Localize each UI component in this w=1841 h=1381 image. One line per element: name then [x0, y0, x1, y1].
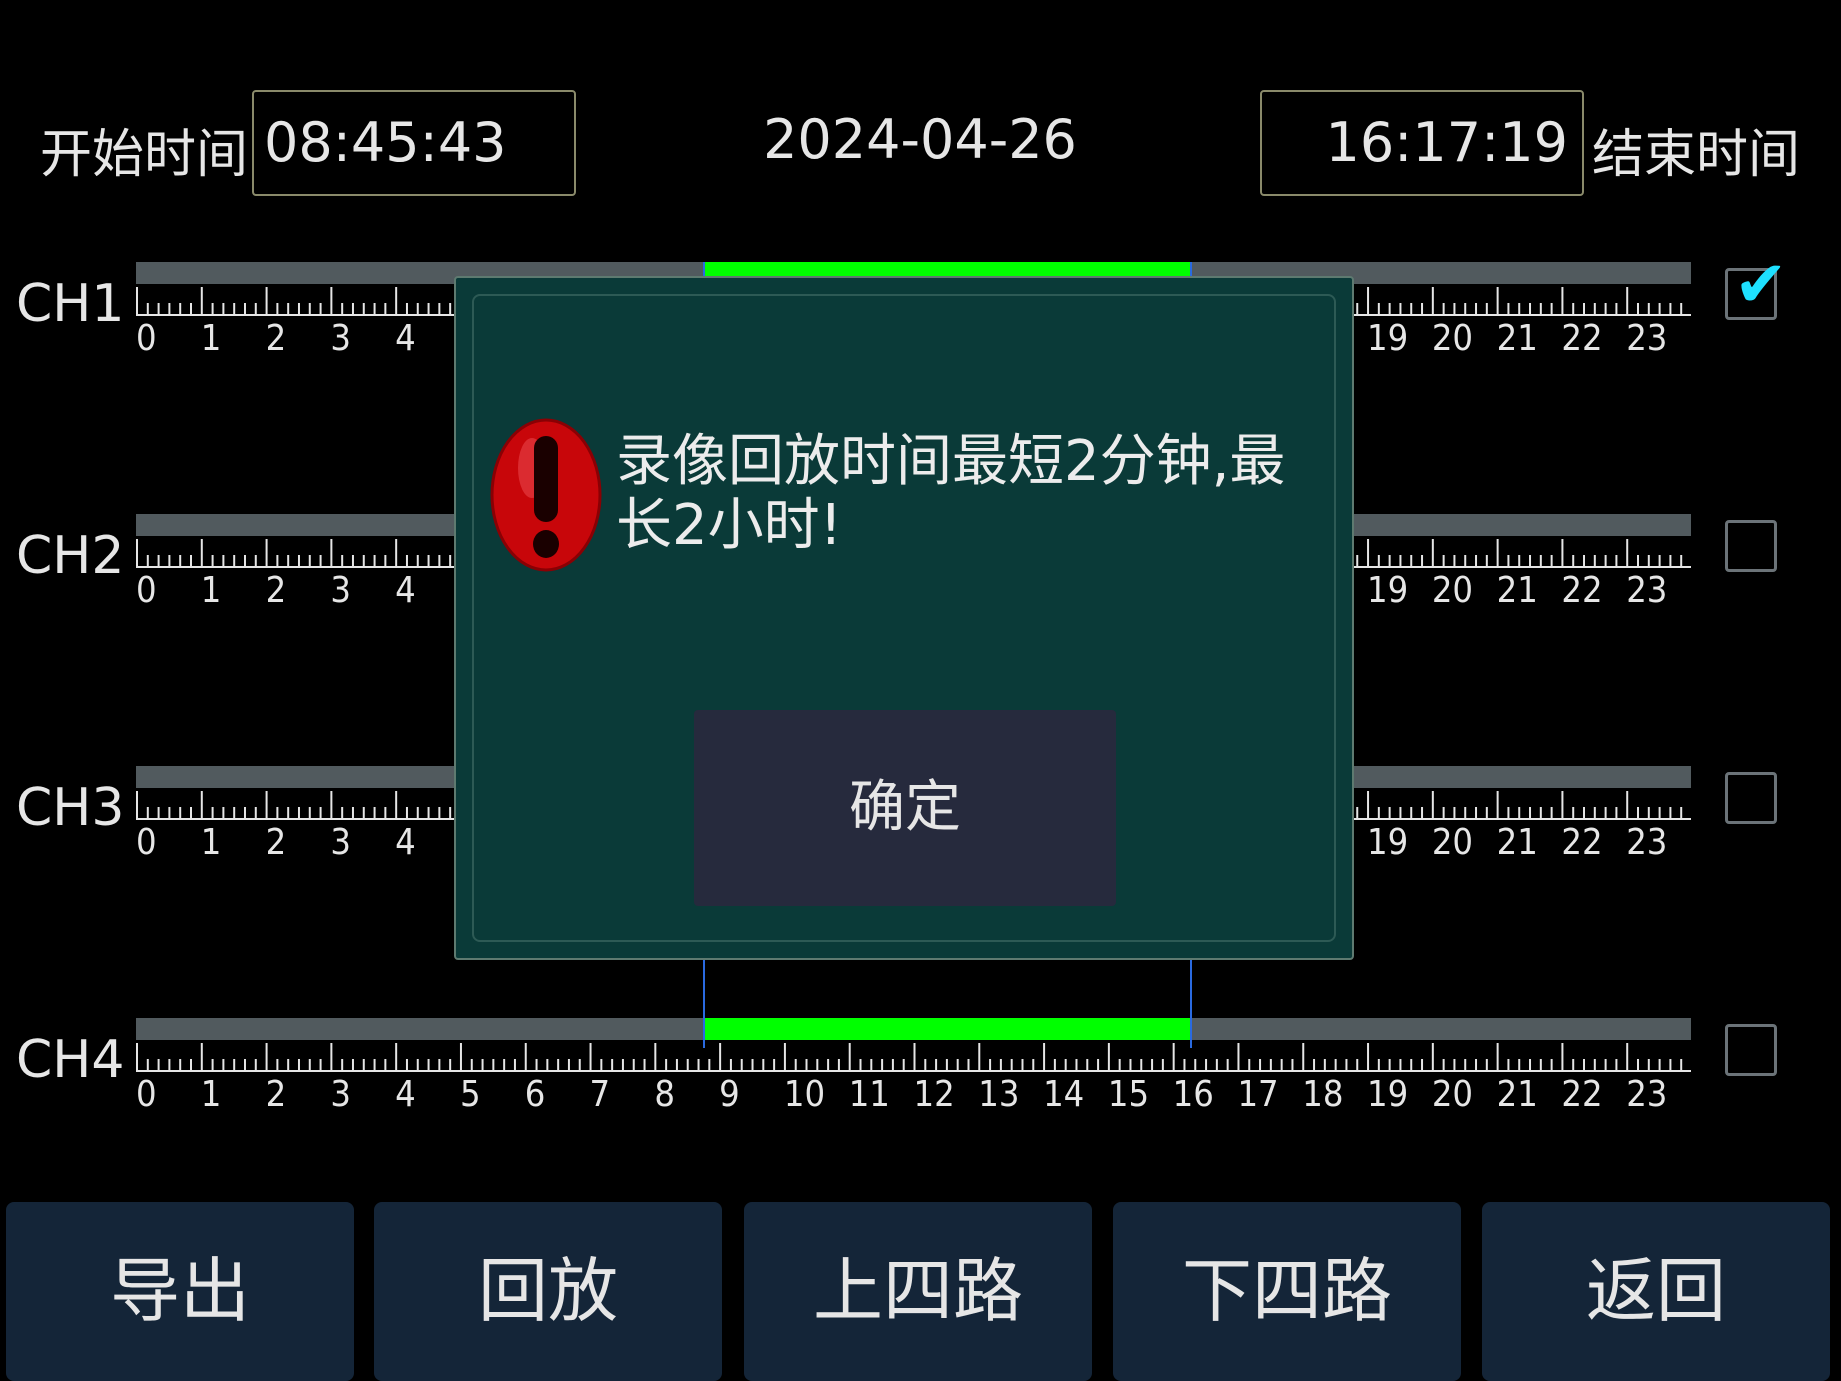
- recording-segment: [703, 1018, 1192, 1040]
- hour-label: 3: [330, 822, 351, 863]
- hour-label: 1: [200, 570, 222, 611]
- hour-label: 1: [200, 318, 222, 359]
- end-time-input[interactable]: 16:17:19: [1260, 90, 1584, 196]
- hour-label: 11: [848, 1074, 890, 1115]
- hour-label: 22: [1561, 570, 1603, 611]
- hour-label: 21: [1496, 822, 1538, 863]
- start-time-input[interactable]: 08:45:43: [252, 90, 576, 196]
- hour-label: 8: [654, 1074, 675, 1115]
- hour-label: 23: [1626, 1074, 1668, 1115]
- end-time-value: 16:17:19: [1325, 111, 1568, 174]
- hour-label: 20: [1431, 570, 1474, 611]
- start-time-value: 08:45:43: [264, 111, 507, 174]
- hour-label: 2: [265, 1074, 287, 1115]
- hour-label: 18: [1302, 1074, 1344, 1115]
- export-button[interactable]: 导出: [6, 1202, 354, 1381]
- hour-label: 22: [1561, 822, 1603, 863]
- hour-label: 4: [395, 570, 416, 611]
- prev-four-channels-button[interactable]: 上四路: [744, 1202, 1092, 1381]
- hour-label: 20: [1431, 318, 1474, 359]
- hour-label: 3: [330, 1074, 351, 1115]
- channel-checkbox[interactable]: ✔: [1725, 253, 1788, 320]
- start-time-label: 开始时间: [40, 125, 249, 185]
- hour-label: 0: [136, 318, 157, 359]
- time-ruler: [136, 1043, 1691, 1072]
- hour-label: 1: [200, 822, 222, 863]
- hour-label: 19: [1367, 570, 1409, 611]
- hour-label: 23: [1626, 318, 1668, 359]
- confirm-button[interactable]: 确定: [694, 710, 1116, 906]
- hour-label: 21: [1496, 318, 1538, 359]
- exclamation-icon: [490, 418, 602, 572]
- playback-button[interactable]: 回放: [374, 1202, 722, 1381]
- hour-label: 12: [913, 1074, 955, 1115]
- hour-label: 22: [1561, 318, 1603, 359]
- warning-dialog: 录像回放时间最短2分钟,最长2小时! 确定: [454, 276, 1354, 960]
- hour-label: 3: [330, 318, 351, 359]
- hour-label: 17: [1237, 1074, 1279, 1115]
- checkmark-icon: ✔: [1734, 248, 1788, 322]
- hour-label: 6: [524, 1074, 546, 1115]
- hour-label: 4: [395, 1074, 416, 1115]
- hour-label: 20: [1431, 1074, 1474, 1115]
- hour-label: 9: [719, 1074, 740, 1115]
- hour-label: 7: [589, 1074, 611, 1115]
- channel-checkbox[interactable]: [1725, 1024, 1777, 1076]
- hour-label: 23: [1626, 570, 1668, 611]
- back-button[interactable]: 返回: [1482, 1202, 1830, 1381]
- hour-label: 0: [136, 1074, 157, 1115]
- dialog-message: 录像回放时间最短2分钟,最长2小时!: [616, 429, 1286, 558]
- end-time-label: 结束时间: [1592, 125, 1801, 185]
- channel-label: CH3: [16, 778, 125, 838]
- channel-checkbox[interactable]: [1725, 520, 1777, 572]
- channel-checkbox[interactable]: [1725, 772, 1777, 824]
- hour-label: 23: [1626, 822, 1668, 863]
- hour-label: 16: [1172, 1074, 1214, 1115]
- hour-label: 19: [1367, 822, 1409, 863]
- hour-label: 22: [1561, 1074, 1603, 1115]
- hour-label: 1: [200, 1074, 222, 1115]
- date-display[interactable]: 2024-04-26: [740, 108, 1100, 171]
- hour-label: 15: [1107, 1074, 1150, 1115]
- hour-label: 14: [1043, 1074, 1085, 1115]
- hour-label: 20: [1431, 822, 1474, 863]
- timeline-bar[interactable]: [136, 1018, 1691, 1040]
- hour-label: 13: [978, 1074, 1020, 1115]
- hour-label: 4: [395, 318, 416, 359]
- hour-label: 19: [1367, 318, 1409, 359]
- next-four-channels-button[interactable]: 下四路: [1113, 1202, 1461, 1381]
- hour-label: 4: [395, 822, 416, 863]
- channel-label: CH1: [16, 274, 125, 334]
- channel-label: CH2: [16, 526, 125, 586]
- hour-label: 5: [459, 1074, 481, 1115]
- channel-label: CH4: [16, 1030, 125, 1090]
- hour-label: 19: [1367, 1074, 1409, 1115]
- hour-label: 0: [136, 570, 157, 611]
- hour-label: 0: [136, 822, 157, 863]
- hour-label: 2: [265, 570, 287, 611]
- hour-label: 3: [330, 570, 351, 611]
- hour-label: 2: [265, 318, 287, 359]
- hour-label: 10: [783, 1074, 826, 1115]
- hour-label: 21: [1496, 570, 1538, 611]
- hour-label: 21: [1496, 1074, 1538, 1115]
- hour-label: 2: [265, 822, 287, 863]
